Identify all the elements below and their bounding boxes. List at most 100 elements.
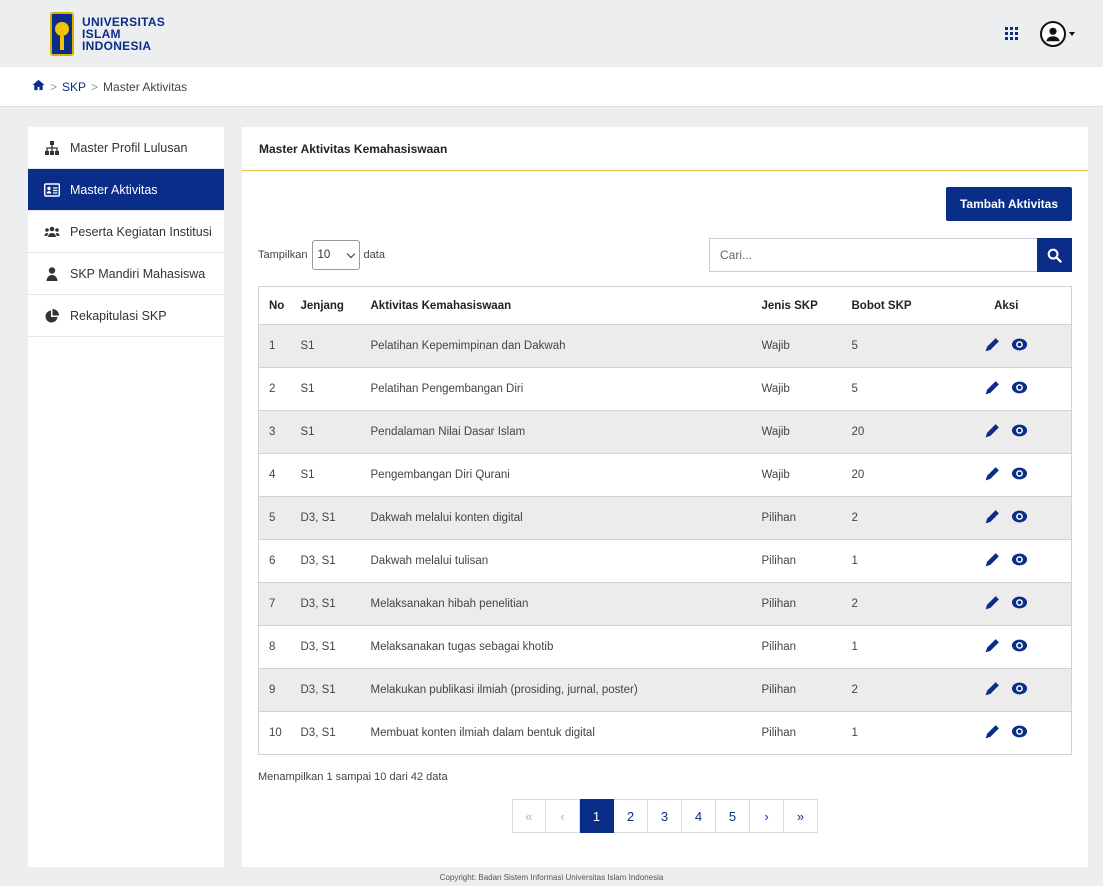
table-row: 8 D3, S1 Melaksanakan tugas sebagai khotib… [258, 625, 1072, 669]
eye-icon[interactable] [1011, 508, 1028, 525]
add-activity-button[interactable]: Tambah Aktivitas [945, 187, 1072, 221]
cell-aksi [941, 453, 1072, 497]
cell-jenjang: D3, S1 [290, 625, 361, 669]
chevron-down-icon [346, 249, 355, 258]
user-circle-icon [1040, 20, 1066, 47]
eye-icon[interactable] [1011, 723, 1028, 740]
col-header-no[interactable]: No [258, 286, 291, 325]
cell-jenjang: D3, S1 [290, 496, 361, 540]
cell-jenjang: D3, S1 [290, 668, 361, 712]
eye-icon[interactable] [1011, 551, 1028, 568]
eye-icon[interactable] [1011, 680, 1028, 697]
cell-no: 2 [258, 367, 291, 411]
cell-no: 8 [258, 625, 291, 669]
page-2-button[interactable]: 2 [614, 799, 648, 833]
pencil-icon[interactable] [984, 551, 1001, 568]
row-actions [984, 422, 1028, 439]
col-header-jenis-skp[interactable]: Jenis SKP [751, 286, 842, 325]
cell-aksi [941, 668, 1072, 712]
top-navbar: UNIVERSITAS ISLAM INDONESIA [0, 0, 1103, 67]
sidebar-item-master-profil-lulusan[interactable]: Master Profil Lulusan [28, 127, 224, 169]
pencil-icon[interactable] [984, 680, 1001, 697]
cell-bobot-skp: 5 [841, 367, 942, 411]
cell-bobot-skp: 5 [841, 324, 942, 368]
row-actions [984, 637, 1028, 654]
sitemap-icon [44, 140, 60, 156]
eye-icon[interactable] [1011, 336, 1028, 353]
eye-icon[interactable] [1011, 594, 1028, 611]
chevron-down-icon [1069, 31, 1075, 36]
cell-bobot-skp: 2 [841, 496, 942, 540]
pencil-icon[interactable] [984, 422, 1001, 439]
cell-aktivitas: Membuat konten ilmiah dalam bentuk digit… [360, 711, 752, 755]
row-actions [984, 551, 1028, 568]
search-box: Cari... [709, 238, 1072, 272]
cell-aktivitas: Pelatihan Kepemimpinan dan Dakwah [360, 324, 752, 368]
cell-bobot-skp: 20 [841, 453, 942, 497]
brand-text: UNIVERSITAS ISLAM INDONESIA [82, 16, 165, 52]
page-4-button[interactable]: 4 [682, 799, 716, 833]
cell-aksi [941, 324, 1072, 368]
page-length-control: Tampilkan 10 data [258, 240, 385, 270]
sidebar: Master Profil Lulusan Master Aktivitas P… [28, 127, 224, 867]
col-header-jenjang[interactable]: Jenjang [290, 286, 361, 325]
row-actions [984, 680, 1028, 697]
breadcrumb-current: Master Aktivitas [103, 79, 188, 94]
user-menu[interactable] [1040, 20, 1075, 47]
cell-aktivitas: Dakwah melalui tulisan [360, 539, 752, 583]
page-first-button[interactable]: « [512, 799, 546, 833]
pencil-icon[interactable] [984, 723, 1001, 740]
cell-jenjang: D3, S1 [290, 539, 361, 583]
eye-icon[interactable] [1011, 637, 1028, 654]
cell-bobot-skp: 20 [841, 410, 942, 454]
sidebar-item-skp-mandiri-mahasiswa[interactable]: SKP Mandiri Mahasiswa [28, 253, 224, 295]
pencil-icon[interactable] [984, 594, 1001, 611]
cell-no: 9 [258, 668, 291, 712]
pencil-icon[interactable] [984, 637, 1001, 654]
table-row: 3 S1 Pendalaman Nilai Dasar Islam Wajib 20 [258, 410, 1072, 454]
sidebar-item-label: Peserta Kegiatan Institusi [70, 224, 212, 239]
eye-icon[interactable] [1011, 422, 1028, 439]
page-next-button[interactable]: › [750, 799, 784, 833]
cell-jenis-skp: Pilihan [751, 668, 842, 712]
col-header-aktivitas[interactable]: Aktivitas Kemahasiswaan [360, 286, 752, 325]
table-controls: Tampilkan 10 data Cari... [258, 238, 1072, 272]
page-prev-button[interactable]: ‹ [546, 799, 580, 833]
cell-bobot-skp: 1 [841, 625, 942, 669]
brand[interactable]: UNIVERSITAS ISLAM INDONESIA [50, 11, 165, 56]
col-header-bobot-skp[interactable]: Bobot SKP [841, 286, 942, 325]
page-5-button[interactable]: 5 [716, 799, 750, 833]
eye-icon[interactable] [1011, 379, 1028, 396]
pencil-icon[interactable] [984, 465, 1001, 482]
cell-jenjang: S1 [290, 324, 361, 368]
table-row: 6 D3, S1 Dakwah melalui tulisan Pilihan 1 [258, 539, 1072, 583]
pencil-icon[interactable] [984, 379, 1001, 396]
page-length-select[interactable]: 10 [311, 240, 360, 270]
cell-aktivitas: Pengembangan Diri Qurani [360, 453, 752, 497]
sidebar-item-master-aktivitas[interactable]: Master Aktivitas [28, 169, 224, 211]
sidebar-item-peserta-kegiatan-institusi[interactable]: Peserta Kegiatan Institusi [28, 211, 224, 253]
cell-aktivitas: Pelatihan Pengembangan Diri [360, 367, 752, 411]
search-button[interactable] [1037, 238, 1072, 272]
home-icon[interactable] [32, 79, 45, 94]
eye-icon[interactable] [1011, 465, 1028, 482]
breadcrumb-skp[interactable]: SKP [62, 80, 86, 94]
pencil-icon[interactable] [984, 508, 1001, 525]
pencil-icon[interactable] [984, 336, 1001, 353]
cell-jenis-skp: Pilihan [751, 625, 842, 669]
show-suffix: data [363, 249, 385, 261]
page-last-button[interactable]: » [784, 799, 818, 833]
row-actions [984, 379, 1028, 396]
brand-line-1: UNIVERSITAS [82, 14, 166, 29]
sidebar-item-rekapitulasi-skp[interactable]: Rekapitulasi SKP [28, 295, 224, 337]
breadcrumb: > SKP > Master Aktivitas [0, 67, 1103, 107]
table-row: 9 D3, S1 Melakukan publikasi ilmiah (prosi… [258, 668, 1072, 712]
sidebar-item-label: SKP Mandiri Mahasiswa [70, 266, 206, 281]
col-header-aksi: Aksi [941, 286, 1072, 325]
sidebar-item-label: Master Profil Lulusan [70, 140, 188, 155]
page-1-button[interactable]: 1 [580, 799, 614, 833]
page-3-button[interactable]: 3 [648, 799, 682, 833]
pie-chart-icon [44, 308, 60, 324]
search-input[interactable]: Cari... [709, 238, 1037, 272]
apps-grid-icon[interactable] [1005, 27, 1018, 40]
